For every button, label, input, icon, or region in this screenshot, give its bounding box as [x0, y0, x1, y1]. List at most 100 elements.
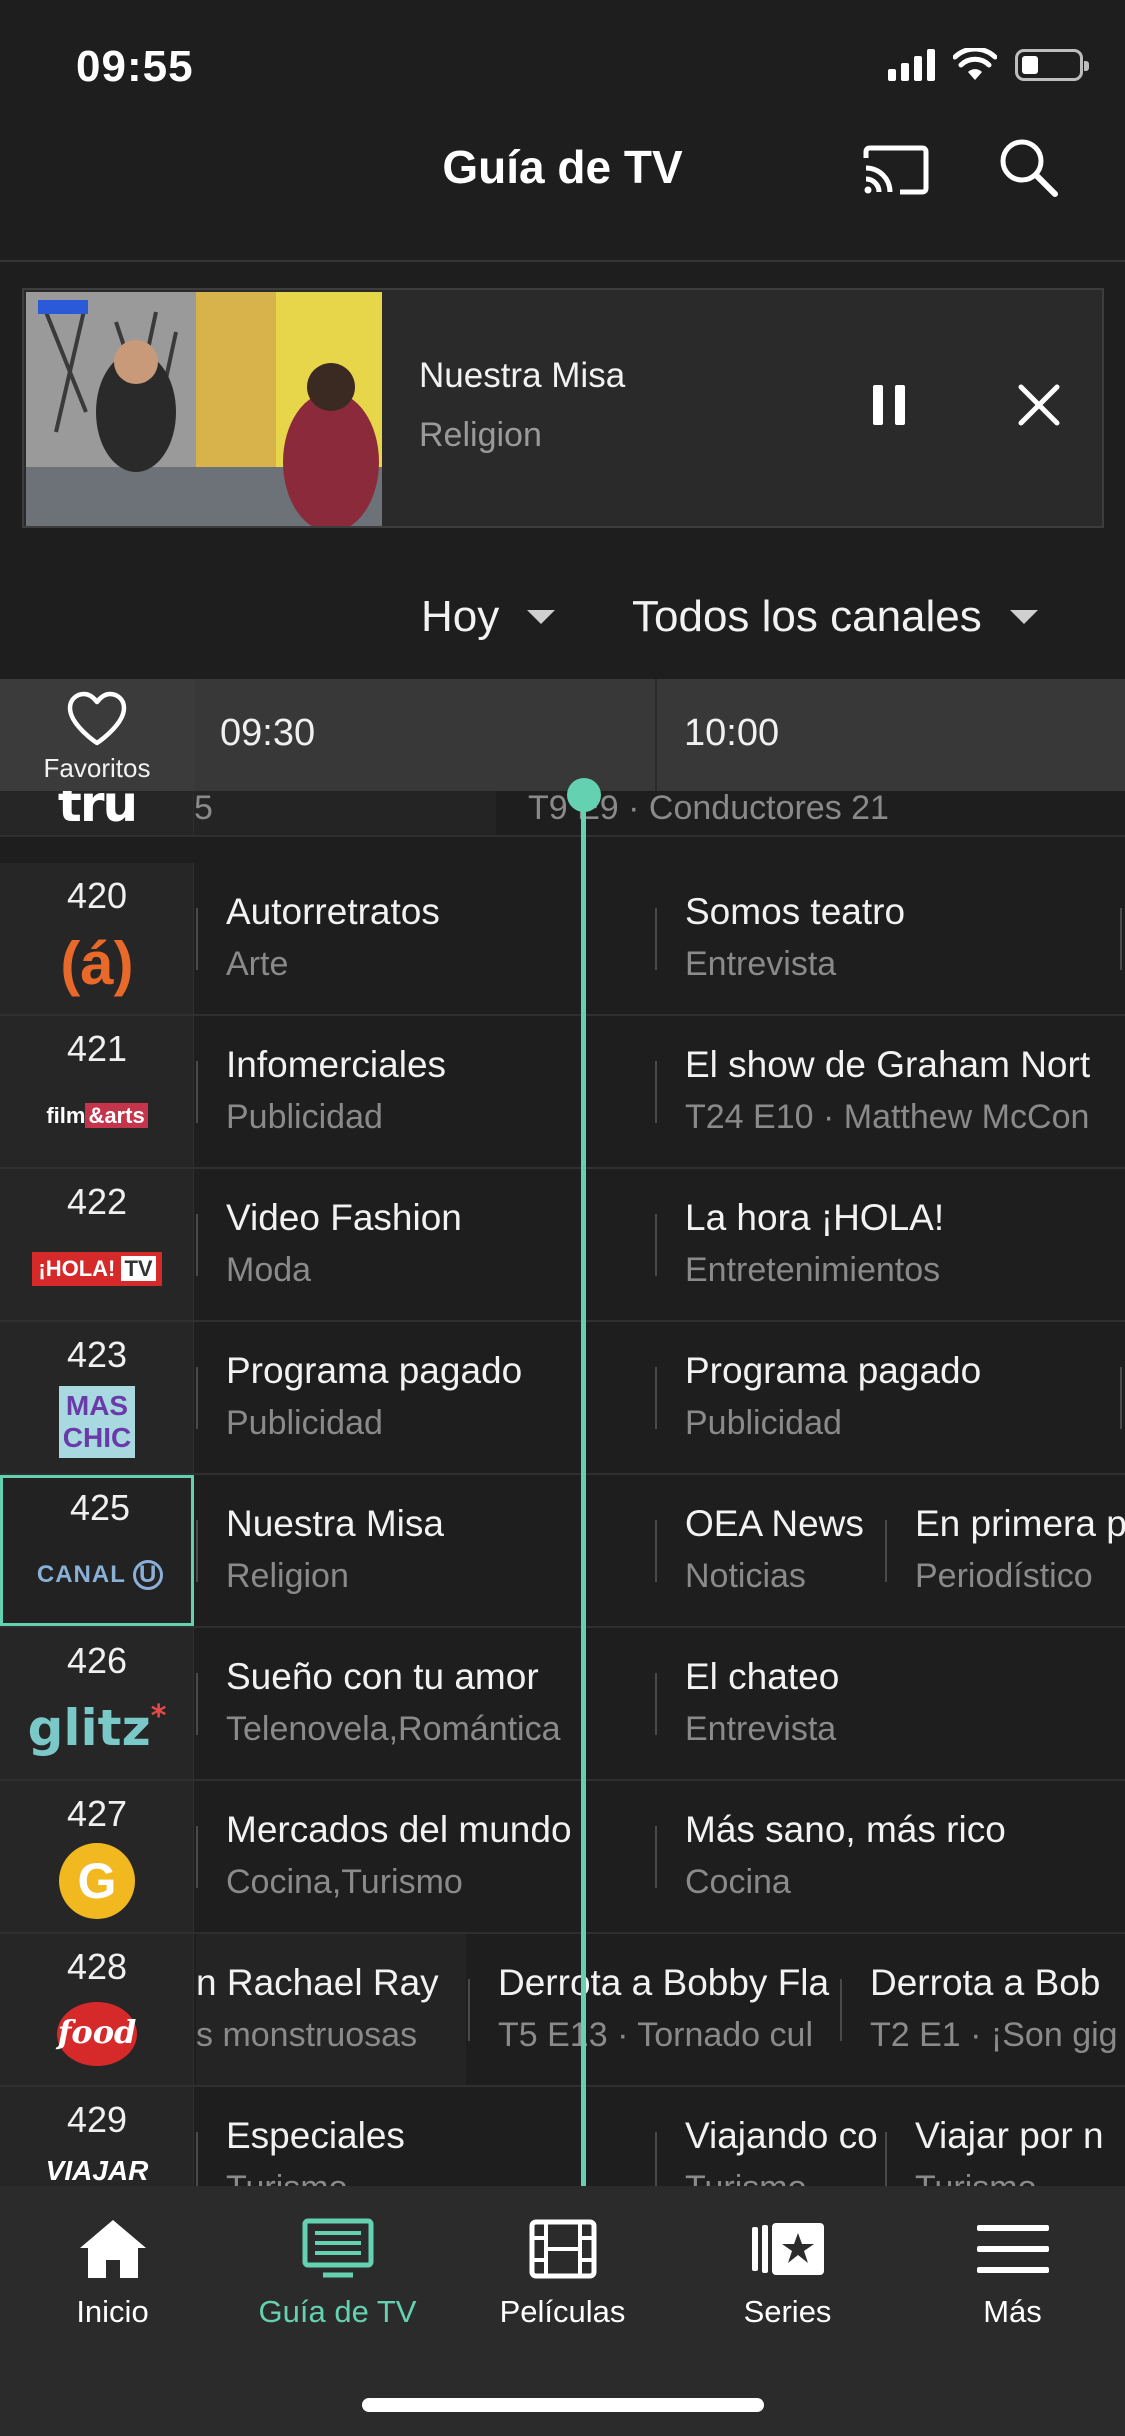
program-cell[interactable]: Derrota a Bobby Fla T5 E13 · Tornado cul — [468, 1934, 840, 2085]
program-cell[interactable]: 5 — [194, 791, 496, 835]
heart-icon — [67, 691, 127, 746]
home-indicator[interactable] — [362, 2398, 764, 2412]
program-cell[interactable]: La hora ¡HOLA! Entretenimientos — [655, 1169, 1125, 1320]
wifi-icon — [953, 48, 997, 80]
program-genre: Telenovela,Romántica — [226, 1710, 561, 1748]
program-title: Mercados del mundo — [226, 1809, 572, 1850]
channel-cell[interactable]: tru — [0, 791, 194, 835]
channel-number: 426 — [66, 1640, 128, 1681]
program-cell[interactable]: Más sano, más rico Cocina — [655, 1781, 1125, 1932]
channel-number: 420 — [66, 875, 128, 916]
close-icon[interactable] — [999, 370, 1079, 440]
channel-logo-trutv: tru — [57, 791, 138, 833]
day-filter-label: Hoy — [421, 592, 500, 641]
chevron-down-icon — [527, 610, 556, 624]
video-thumbnail[interactable] — [26, 292, 382, 526]
channel-number: 423 — [66, 1334, 128, 1375]
tab-label: Películas — [499, 2294, 626, 2329]
program-title: Más sano, más rico — [685, 1809, 1006, 1850]
channel-cell[interactable]: 420 (á) — [0, 863, 194, 1014]
program-title: Viajar por n — [915, 2115, 1104, 2156]
channel-number: 429 — [66, 2099, 128, 2140]
program-genre: Religion — [226, 1557, 349, 1595]
tab-inicio[interactable]: Inicio — [0, 2204, 225, 2334]
program-title: Programa pagado — [685, 1350, 982, 1391]
program-cell[interactable]: Viajar por n Turismo — [885, 2087, 1125, 2186]
program-grid[interactable]: tru 5 T9 E9 · Conductores 21 420 (á) Aut… — [0, 791, 1125, 2186]
program-cell[interactable]: El chateo Entrevista — [655, 1628, 1125, 1779]
program-cell[interactable]: Programa pagado Publicidad — [655, 1322, 1125, 1473]
channel-filter-label: Todos los canales — [632, 592, 982, 641]
channel-row: 420 (á) Autorretratos Arte Somos teatro … — [0, 863, 1125, 1016]
channel-filter-dropdown[interactable]: Todos los canales — [632, 592, 1038, 642]
channel-cell[interactable]: 429 VIAJAR — [0, 2087, 194, 2186]
channel-row: 425 CANAL U Nuestra Misa Religion OEA Ne… — [0, 1475, 1125, 1628]
program-title: Autorretratos — [226, 891, 440, 932]
program-cell[interactable]: Derrota a Bob T2 E1 · ¡Son gig — [840, 1934, 1125, 2085]
program-title: Derrota a Bob — [870, 1962, 1101, 2003]
program-genre: s monstruosas — [196, 2016, 418, 2054]
program-cell[interactable]: Viajando co Turismo — [655, 2087, 885, 2186]
program-cell[interactable]: En primera p Periodístico — [885, 1475, 1125, 1626]
tab-series[interactable]: Series — [675, 2204, 900, 2334]
now-playing-title: Nuestra Misa — [419, 356, 626, 395]
mini-player[interactable]: Nuestra Misa Religion — [22, 288, 1104, 528]
program-genre: Moda — [226, 1251, 312, 1289]
menu-icon — [900, 2214, 1125, 2284]
cast-icon[interactable] — [860, 138, 932, 198]
program-title: Derrota a Bobby Fla — [498, 1962, 830, 2003]
program-genre: Periodístico — [915, 1557, 1093, 1595]
program-title: n Rachael Ray — [196, 1962, 439, 2003]
program-genre: Entrevista — [685, 1710, 837, 1748]
status-time: 09:55 — [76, 42, 194, 91]
channel-cell[interactable]: 426 glitz* — [0, 1628, 194, 1779]
pause-button[interactable] — [854, 370, 924, 440]
program-title: Programa pagado — [226, 1350, 523, 1391]
tab-label: Más — [983, 2294, 1042, 2329]
program-cell[interactable]: El show de Graham Nort T24 E10 · Matthew… — [655, 1016, 1125, 1167]
favorites-button[interactable]: Favoritos — [0, 679, 194, 791]
tab-peliculas[interactable]: Películas — [450, 2204, 675, 2334]
channel-row: 423 MAS CHIC Programa pagado Publicidad P… — [0, 1322, 1125, 1475]
channel-logo-hola-tv: ¡HOLA! TV — [0, 1229, 194, 1309]
page-title: Guía de TV — [442, 141, 683, 193]
channel-row: 428 food n Rachael Ray s monstruosas Der… — [0, 1934, 1125, 2087]
channel-row: 422 ¡HOLA! TV Video Fashion Moda La hora… — [0, 1169, 1125, 1322]
battery-icon — [1015, 49, 1089, 81]
program-title: Somos teatro — [685, 891, 906, 932]
program-cell[interactable]: Somos teatro Entrevista — [655, 863, 1125, 1014]
channel-row: 429 VIAJAR Especiales Turismo Viajando c… — [0, 2087, 1125, 2186]
tv-guide-icon — [225, 2214, 450, 2284]
channel-cell-selected[interactable]: 425 CANAL U — [0, 1475, 194, 1626]
tab-label: Inicio — [76, 2294, 149, 2329]
channel-cell[interactable]: 421 film &arts — [0, 1016, 194, 1167]
now-playing-genre: Religion — [419, 416, 542, 454]
channel-number: 421 — [66, 1028, 128, 1069]
program-cell[interactable]: n Rachael Ray s monstruosas — [196, 1934, 466, 2085]
program-genre: Publicidad — [226, 1404, 383, 1442]
channel-logo-film-arts: film &arts — [0, 1076, 194, 1156]
tab-guia-de-tv[interactable]: Guía de TV — [225, 2204, 450, 2334]
program-genre: Cocina,Turismo — [226, 1863, 463, 1901]
home-icon — [0, 2214, 225, 2284]
tab-label: Series — [743, 2294, 832, 2329]
program-title: Viajando co — [685, 2115, 878, 2156]
program-title: Nuestra Misa — [226, 1503, 444, 1544]
search-icon[interactable] — [995, 134, 1061, 200]
day-filter-dropdown[interactable]: Hoy — [421, 592, 556, 642]
program-genre: Entretenimientos — [685, 1251, 941, 1289]
program-title: Infomerciales — [226, 1044, 447, 1085]
channel-cell[interactable]: 428 food — [0, 1934, 194, 2085]
channel-cell[interactable]: 422 ¡HOLA! TV — [0, 1169, 194, 1320]
current-time-line — [581, 796, 586, 2191]
program-genre: Turismo — [685, 2169, 807, 2186]
program-title: El chateo — [685, 1656, 840, 1697]
time-slot-label: 10:00 — [684, 712, 780, 754]
program-cell[interactable]: OEA News Noticias — [655, 1475, 885, 1626]
program-title: La hora ¡HOLA! — [685, 1197, 945, 1238]
channel-cell[interactable]: 423 MAS CHIC — [0, 1322, 194, 1473]
program-title: Video Fashion — [226, 1197, 462, 1238]
channel-cell[interactable]: 427 G — [0, 1781, 194, 1932]
channel-logo-viajar: VIAJAR — [45, 2155, 149, 2186]
tab-mas[interactable]: Más — [900, 2204, 1125, 2334]
